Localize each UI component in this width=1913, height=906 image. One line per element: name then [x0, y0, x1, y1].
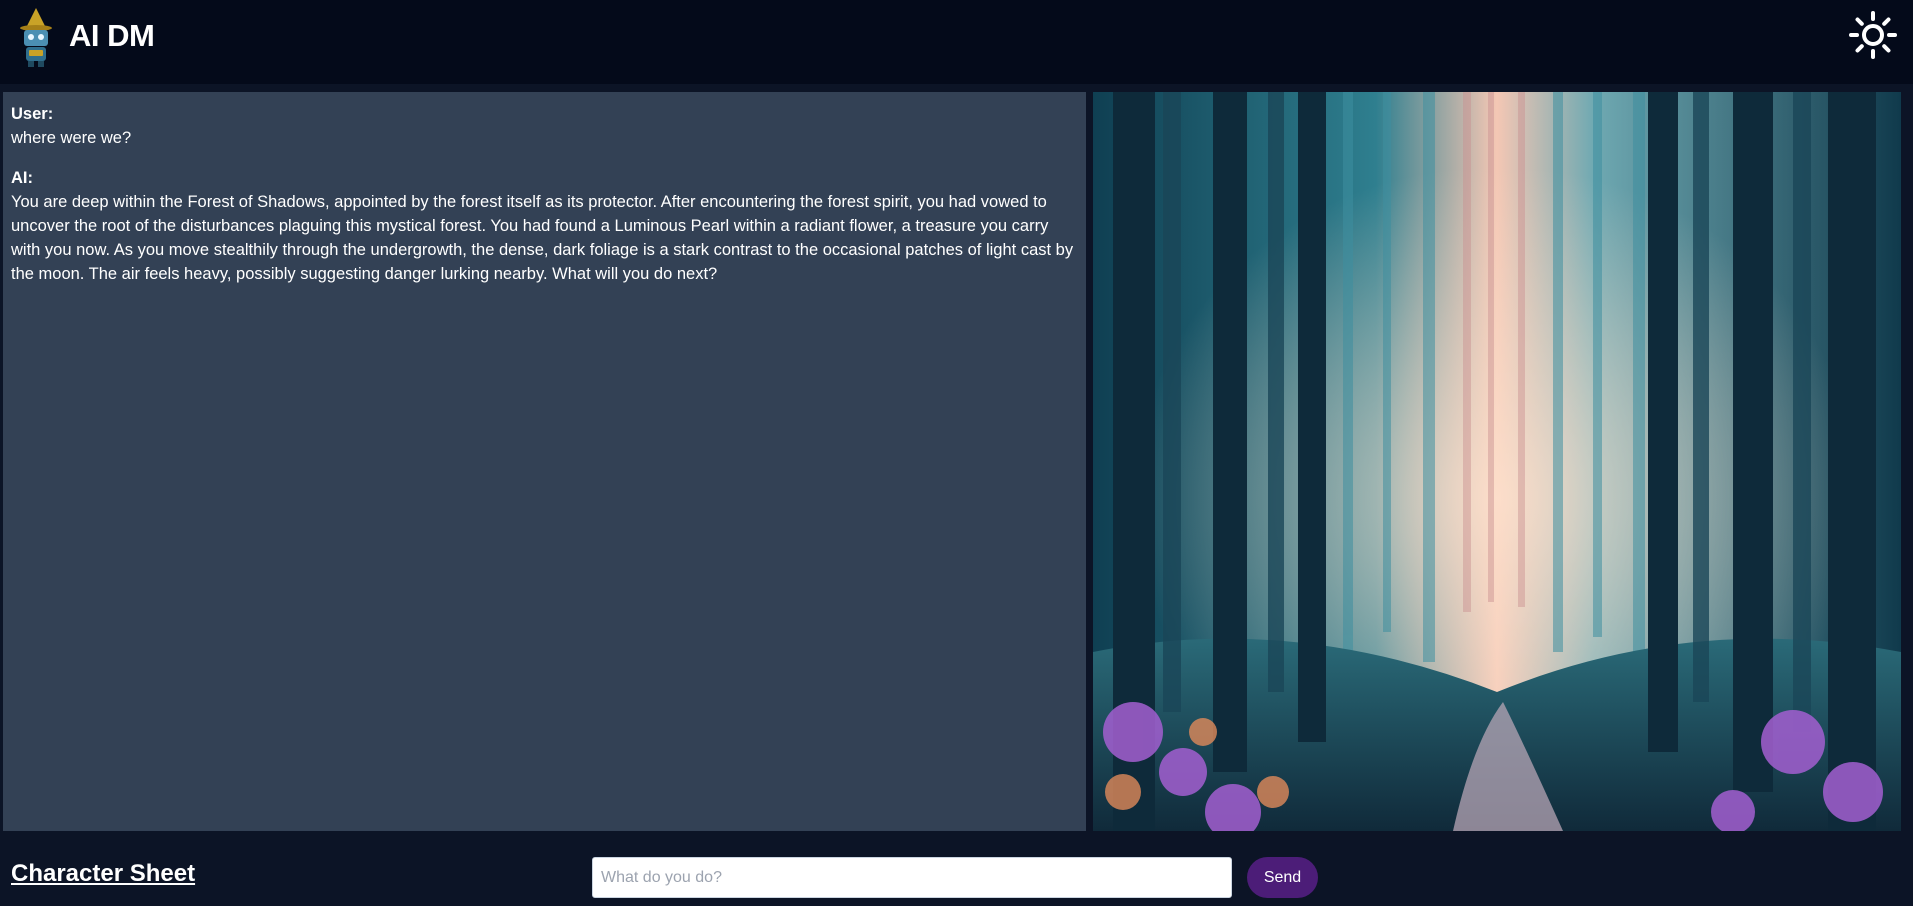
action-input[interactable] [592, 857, 1232, 898]
message-speaker: User: [11, 105, 54, 123]
character-sheet-link[interactable]: Character Sheet [11, 860, 195, 888]
message-speaker: AI: [11, 169, 33, 187]
app-header: AI DM [0, 0, 1913, 84]
scene-image [1093, 92, 1901, 831]
sun-icon[interactable] [1849, 11, 1897, 59]
message-text: where were we? [11, 129, 132, 147]
chat-message-user: User: where were we? [11, 102, 1078, 150]
app-title: AI DM [69, 18, 155, 53]
footer-bar: Character Sheet Send [0, 838, 1913, 906]
message-text: You are deep within the Forest of Shadow… [11, 193, 1074, 283]
send-button[interactable]: Send [1247, 857, 1318, 898]
chat-log: User: where were we? AI: You are deep wi… [3, 92, 1086, 831]
forest-path-illustration [1093, 92, 1901, 831]
chat-message-ai: AI: You are deep within the Forest of Sh… [11, 166, 1078, 286]
wizard-robot-icon [20, 8, 52, 67]
